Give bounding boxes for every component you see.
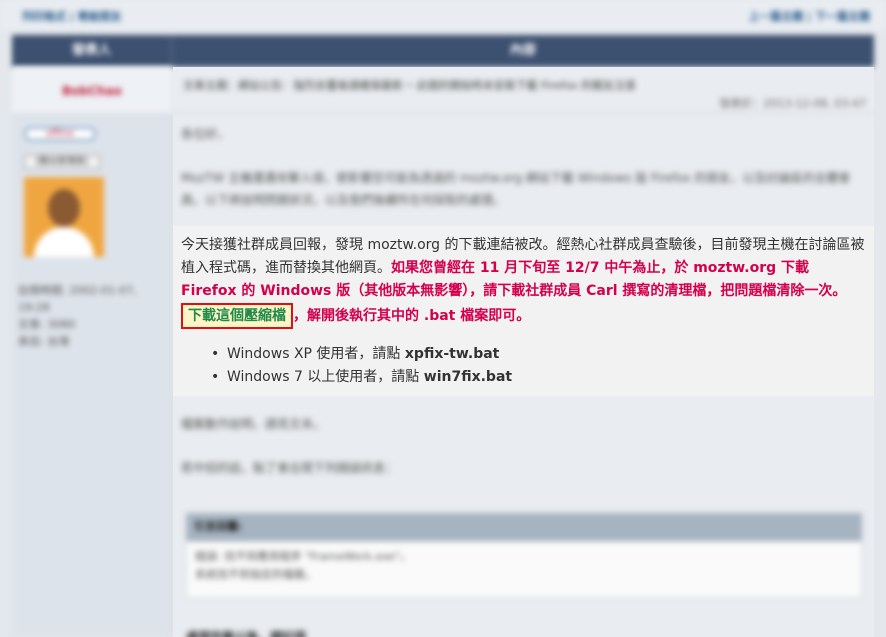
post-footer-text: 處理完畢以後，請記得 xyxy=(186,630,307,637)
post-intro: MozTW 主機遭遇攻擊入侵，使影響您可能為透過的 moztw.org 網站下載… xyxy=(181,171,851,207)
quote-body: 錯誤: 找不到應用程序 "FrameWork.exe"。 系統找不到指定的檔案。 xyxy=(186,541,862,598)
content-column-header: 內容 xyxy=(509,43,536,58)
list-item-text: Windows 7 以上使用者，請點 xyxy=(227,369,424,385)
author-rank: [酷站管理員] xyxy=(24,155,100,169)
xpfix-file-link[interactable]: xpfix-tw.bat xyxy=(405,346,499,362)
breadcrumb[interactable]: 文章主題：網站公告：強烈去覆後請確保最新 ─ 此錯的開始時未安裝下載 Firef… xyxy=(183,77,636,93)
win7fix-file-link[interactable]: win7fix.bat xyxy=(424,369,512,385)
author-panel: BobChao offline [酷站管理員] 註冊時間: 2002-01-07… xyxy=(12,67,172,637)
fix-file-list: Windows XP 使用者，請點 xpfix-tw.bat Windows 7… xyxy=(211,343,512,389)
author-stats: 註冊時間: 2002-01-07, 19:28 文章: 3080 來自: 台灣 xyxy=(18,282,171,350)
highlighted-notice: 今天接獲社群成員回報，發現 moztw.org 的下載連結被改。經熱心社群成員查… xyxy=(173,226,874,396)
avatar xyxy=(24,177,104,257)
print-email-links[interactable]: 列印格式 | 寄給朋友 xyxy=(22,8,122,24)
divider xyxy=(173,113,874,114)
post-greeting: 各位好， xyxy=(181,127,230,141)
author-stat-location: 來自: 台灣 xyxy=(18,335,70,348)
list-item-text: Windows XP 使用者，請點 xyxy=(227,346,405,362)
avatar-head-shape xyxy=(48,189,80,227)
list-item: Windows 7 以上使用者，請點 win7fix.bat xyxy=(211,366,512,389)
notice-paragraph: 今天接獲社群成員回報，發現 moztw.org 的下載連結被改。經熱心社群成員查… xyxy=(181,234,865,329)
list-item: Windows XP 使用者，請點 xpfix-tw.bat xyxy=(211,343,512,366)
offline-status-badge: offline xyxy=(24,127,96,141)
post-table-header: 發表人 內容 xyxy=(12,35,874,67)
notice-instruction: ，解開後執行其中的 .bat 檔案即可。 xyxy=(293,308,531,324)
author-stat-posts: 文章: 3080 xyxy=(18,318,76,331)
quote-line: 系統找不到指定的檔案。 xyxy=(195,568,316,581)
post-date: 發表於：2013-12-08, 03:47 xyxy=(719,97,866,110)
post-error-intro: 若中招的話，點了會出現下列錯誤訊息： xyxy=(181,461,398,475)
prev-next-topic-links[interactable]: 上一篇主題 | 下一篇主題 xyxy=(748,8,870,24)
quote-header: 引言回覆: xyxy=(186,513,862,541)
author-column-header: 發表人 xyxy=(12,35,172,67)
quote-box: 引言回覆: 錯誤: 找不到應用程序 "FrameWork.exe"。 系統找不到… xyxy=(186,513,862,598)
top-navigation-bar: 列印格式 | 寄給朋友 上一篇主題 | 下一篇主題 xyxy=(0,0,886,30)
quote-line: 錯誤: 找不到應用程序 "FrameWork.exe"。 xyxy=(195,550,411,563)
avatar-body-shape xyxy=(34,227,94,257)
author-stat-joined: 註冊時間: 2002-01-07, 19:28 xyxy=(18,284,137,314)
download-archive-link[interactable]: 下載這個壓縮檔 xyxy=(181,303,293,329)
post-note: 檔案動作說明，請見文末。 xyxy=(181,417,326,431)
author-name[interactable]: BobChao xyxy=(12,67,172,115)
